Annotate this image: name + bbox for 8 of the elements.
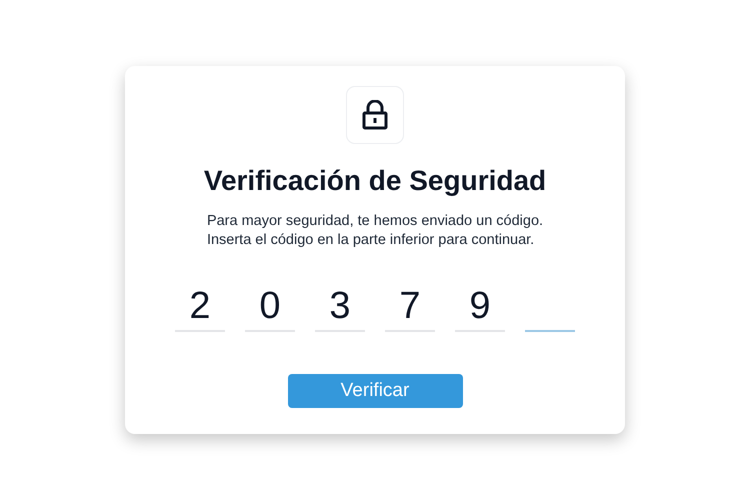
code-digit-field[interactable]: 3 <box>315 282 365 332</box>
code-digit-field[interactable]: 7 <box>385 282 435 332</box>
code-digit-field[interactable]: 2 <box>175 282 225 332</box>
code-digit-field[interactable]: 0 <box>245 282 295 332</box>
lock-icon <box>362 100 388 130</box>
code-digit-field[interactable]: 9 <box>455 282 505 332</box>
description-text: Para mayor seguridad, te hemos enviado un código. Inserta el código en la parte inferior para continuar. <box>206 212 544 250</box>
dialog-title: Verificación de Seguridad <box>204 164 546 198</box>
